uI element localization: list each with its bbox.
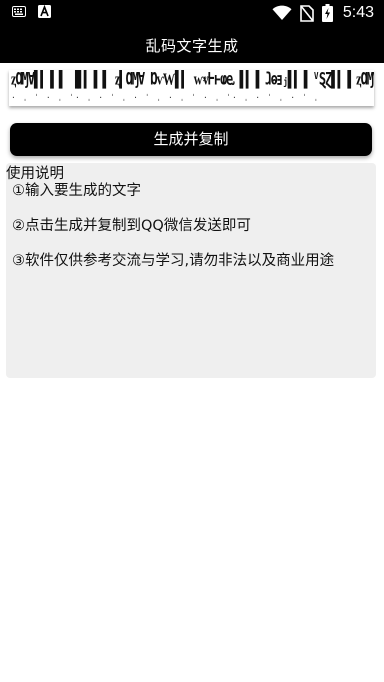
instructions-panel: 使用说明 ①输入要生成的文字 ②点击生成并复制到QQ微信发送即可 ③软件仅供参考… xyxy=(6,163,376,378)
garbled-text-marks: · ˌ ˈ · ˌ ˈ· ˌ · ˈ ˌ · ˈ ˌ · ˌ ˈ · ˌ ˈ· … xyxy=(11,93,320,102)
status-bar-right: 5:43 xyxy=(272,3,374,23)
generate-copy-button[interactable]: 生成并复制 xyxy=(10,123,372,156)
instruction-item: ③软件仅供参考交流与学习,请勿非法以及商业用途 xyxy=(12,253,335,269)
status-time: 5:43 xyxy=(342,4,374,21)
status-bar: 5:43 xyxy=(0,0,384,27)
wifi-icon xyxy=(272,5,292,21)
instruction-item: ①输入要生成的文字 xyxy=(12,183,141,199)
app-title: 乱码文字生成 xyxy=(145,37,239,55)
app-toolbar: 乱码文字生成 xyxy=(0,27,384,63)
font-a-icon xyxy=(38,4,51,18)
keyboard-icon xyxy=(12,6,26,17)
instruction-item: ②点击生成并复制到QQ微信发送即可 xyxy=(12,218,251,234)
no-sim-icon xyxy=(300,4,314,22)
battery-charging-icon xyxy=(321,4,333,22)
garbled-text-field[interactable]: ⱬⱭⱮⱯ▌▍▐ ▌ ▐▌▍▐ ▌ ⱬ▍ⱭⱮⱯ ⱰⱱⱲ▌▍ ⱳⱴⱵⱶⱷⱸ ▌▍▐ … xyxy=(9,70,374,106)
status-bar-left xyxy=(12,4,51,18)
instructions-heading: 使用说明 xyxy=(6,166,64,182)
garbled-text-value: ⱬⱭⱮⱯ▌▍▐ ▌ ▐▌▍▐ ▌ ⱬ▍ⱭⱮⱯ ⱰⱱⱲ▌▍ ⱳⱴⱵⱶⱷⱸ ▌▍▐ … xyxy=(11,70,374,89)
